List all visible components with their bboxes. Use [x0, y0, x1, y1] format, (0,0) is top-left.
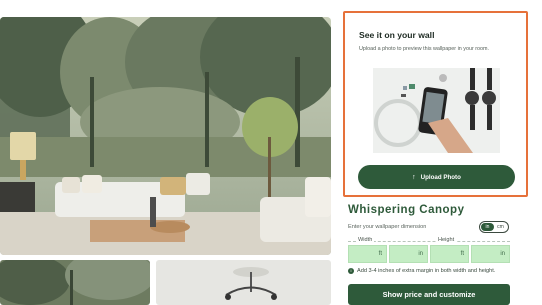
unit-suffix: in: [500, 251, 505, 257]
main-product-image[interactable]: [0, 17, 331, 255]
width-feet-input[interactable]: ft: [348, 245, 387, 263]
height-inches-input[interactable]: in: [471, 245, 510, 263]
margin-hint: i Add 3-4 inches of extra margin in both…: [348, 268, 495, 274]
panel-title: See it on your wall: [359, 30, 435, 40]
width-inches-input[interactable]: in: [389, 245, 428, 263]
product-title: Whispering Canopy: [348, 204, 465, 216]
unit-suffix: in: [418, 251, 423, 257]
unit-option-cm[interactable]: cm: [494, 223, 507, 231]
upload-photo-button[interactable]: ↑ Upload Photo: [358, 165, 515, 189]
dimension-label: Enter your wallpaper dimension: [348, 224, 427, 230]
height-label: Height: [436, 237, 457, 243]
unit-option-in[interactable]: in: [481, 223, 494, 231]
wall-preview-panel: See it on your wall Upload a photo to pr…: [343, 11, 528, 197]
product-gallery: [0, 0, 336, 305]
dimension-inputs: ft in ft in: [348, 245, 510, 263]
info-icon: i: [348, 268, 354, 274]
preview-image: [373, 68, 500, 153]
gallery-thumbnail[interactable]: [0, 260, 150, 305]
height-feet-input[interactable]: ft: [430, 245, 469, 263]
arrow-up-icon: ↑: [412, 173, 416, 181]
show-price-button[interactable]: Show price and customize: [348, 284, 510, 305]
panel-subtitle: Upload a photo to preview this wallpaper…: [359, 46, 490, 52]
margin-hint-text: Add 3-4 inches of extra margin in both w…: [357, 268, 496, 274]
gallery-thumbnail[interactable]: [156, 260, 331, 305]
unit-toggle[interactable]: in cm: [479, 221, 509, 233]
width-label: Width: [356, 237, 375, 243]
unit-suffix: ft: [460, 251, 464, 257]
upload-photo-label: Upload Photo: [420, 173, 461, 181]
unit-suffix: ft: [378, 251, 382, 257]
